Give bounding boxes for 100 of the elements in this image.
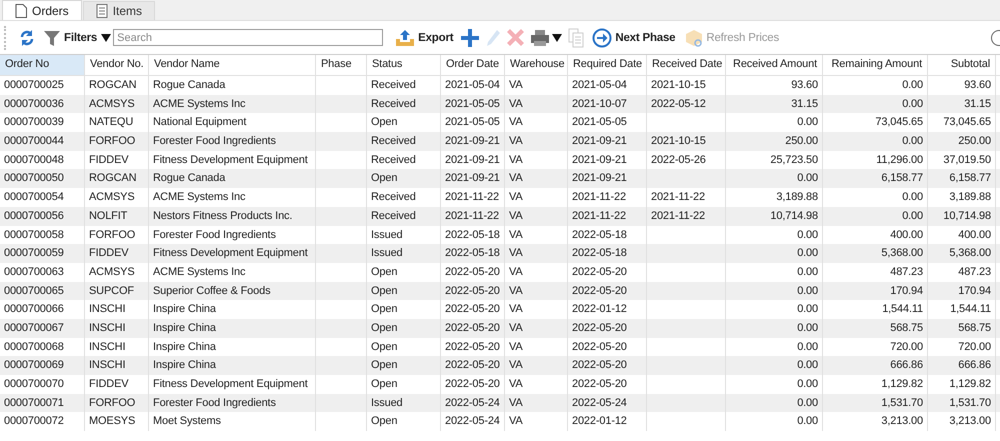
- list-document-icon: [96, 4, 108, 18]
- table-cell: 1,531.70: [823, 394, 928, 412]
- table-cell: 6,158.77: [823, 169, 928, 188]
- next-phase-button[interactable]: Next Phase: [590, 28, 678, 48]
- table-cell: 0000700059: [0, 244, 85, 263]
- filter-icon: [43, 28, 61, 46]
- table-cell: Forester Food Ingredients: [149, 394, 316, 412]
- table-cell: 0.00: [823, 94, 928, 114]
- table-cell: Nestors Fitness Products Inc.: [149, 206, 316, 226]
- arrow-circle-icon: [592, 28, 612, 48]
- box-icon: [685, 28, 704, 46]
- table-cell: FORFOO: [85, 132, 149, 151]
- table-cell: 2022-05-20: [441, 318, 505, 338]
- document-icon: [15, 4, 27, 18]
- column-header[interactable]: Order Date: [441, 55, 505, 75]
- table-cell: 3,213.00: [928, 412, 996, 432]
- table-cell: Open: [367, 282, 441, 300]
- table-cell: 0.00: [726, 318, 823, 338]
- table-cell: VA: [505, 169, 568, 188]
- table-cell: 2021-10-07: [568, 94, 647, 114]
- table-cell: 2021-09-21: [568, 132, 647, 151]
- table-cell: 250.00: [928, 132, 996, 151]
- table-cell: 666.86: [823, 356, 928, 375]
- table-cell: 0000700071: [0, 394, 85, 412]
- table-cell: Received: [367, 94, 441, 114]
- column-header[interactable]: Received Amount: [726, 55, 823, 75]
- table-cell: 2022-05-20: [568, 318, 647, 338]
- table-cell: 2022-01-12: [568, 412, 647, 432]
- column-header[interactable]: Received Date: [647, 55, 726, 75]
- table-cell: SUPCOF: [85, 282, 149, 300]
- table-cell: 6,158.77: [928, 169, 996, 188]
- table-cell: 2022-05-20: [441, 356, 505, 375]
- table-cell: 2021-09-21: [568, 169, 647, 188]
- table-cell: 568.75: [928, 318, 996, 338]
- table-cell: Open: [367, 412, 441, 432]
- table-cell: 666.86: [928, 356, 996, 375]
- table-cell: 5,368.00: [823, 244, 928, 263]
- table-cell: Forester Food Ingredients: [149, 132, 316, 151]
- table-cell: 0.00: [726, 356, 823, 375]
- table-cell: 2021-11-22: [441, 206, 505, 226]
- table-cell: 2022-05-24: [441, 412, 505, 432]
- table-cell: ROGCAN: [85, 169, 149, 188]
- refresh-icon[interactable]: [19, 28, 35, 46]
- table-cell: 2021-09-21: [441, 132, 505, 151]
- table-cell: VA: [505, 412, 568, 432]
- table-cell: 3,213.00: [823, 412, 928, 432]
- table-cell: 0000700072: [0, 412, 85, 432]
- table-cell: VA: [505, 318, 568, 338]
- table-cell: Received: [367, 132, 441, 151]
- table-cell: 0000700065: [0, 282, 85, 300]
- table-cell: NOLFIT: [85, 206, 149, 226]
- plus-icon[interactable]: [461, 28, 480, 46]
- column-header[interactable]: Vendor No.: [85, 55, 149, 75]
- column-header[interactable]: Warehouse: [505, 55, 568, 75]
- table-cell: 2022-05-20: [568, 282, 647, 300]
- table-cell: 1,531.70: [928, 394, 996, 412]
- table-cell: VA: [505, 282, 568, 300]
- column-header[interactable]: Required Date: [568, 55, 647, 75]
- table-cell: 0.00: [726, 169, 823, 188]
- table-cell: Moet Systems: [149, 412, 316, 432]
- column-header[interactable]: Phase: [316, 55, 367, 75]
- table-cell: VA: [505, 206, 568, 226]
- table-cell: Fitness Development Equipment: [149, 244, 316, 263]
- table-cell: Inspire China: [149, 356, 316, 375]
- table-cell: Rogue Canada: [149, 169, 316, 188]
- table-cell: 170.94: [928, 282, 996, 300]
- table-cell: Superior Coffee & Foods: [149, 282, 316, 300]
- table-cell: 0.00: [823, 132, 928, 151]
- column-header[interactable]: Remaining Amount: [823, 55, 928, 75]
- filters-button[interactable]: Filters: [41, 28, 100, 46]
- column-header[interactable]: Vendor Name: [149, 55, 316, 75]
- table-cell: Open: [367, 318, 441, 338]
- table-cell: 0000700056: [0, 206, 85, 226]
- tab[interactable]: Orders: [2, 0, 82, 20]
- table-cell: Open: [367, 356, 441, 375]
- table-cell: 2022-05-20: [441, 282, 505, 300]
- table-cell: 2021-10-15: [647, 132, 726, 151]
- column-header[interactable]: Subtotal: [928, 55, 996, 75]
- table-cell: 0.00: [823, 206, 928, 226]
- column-header[interactable]: Order No: [0, 55, 85, 75]
- table-cell: FORFOO: [85, 394, 149, 412]
- table-cell: 2022-05-24: [441, 394, 505, 412]
- table-cell: 31.15: [928, 94, 996, 114]
- column-header[interactable]: Status: [367, 55, 441, 75]
- table-cell: 0.00: [726, 412, 823, 432]
- table-cell: 2021-09-21: [441, 169, 505, 188]
- printer-icon[interactable]: [530, 28, 550, 46]
- tab[interactable]: Items: [82, 1, 156, 20]
- table-cell: 2022-05-12: [647, 94, 726, 114]
- export-button[interactable]: Export: [393, 28, 456, 46]
- table-cell: VA: [505, 94, 568, 114]
- table-cell: INSCHI: [85, 318, 149, 338]
- dropdown-caret-icon[interactable]: [552, 34, 562, 42]
- table-cell: 250.00: [726, 132, 823, 151]
- table-cell: 2022-05-18: [441, 244, 505, 263]
- search-field[interactable]: Search: [113, 29, 384, 46]
- table-cell: Inspire China: [149, 318, 316, 338]
- dropdown-caret-icon[interactable]: [101, 34, 112, 42]
- table-cell: 170.94: [823, 282, 928, 300]
- table-cell: Open: [367, 169, 441, 188]
